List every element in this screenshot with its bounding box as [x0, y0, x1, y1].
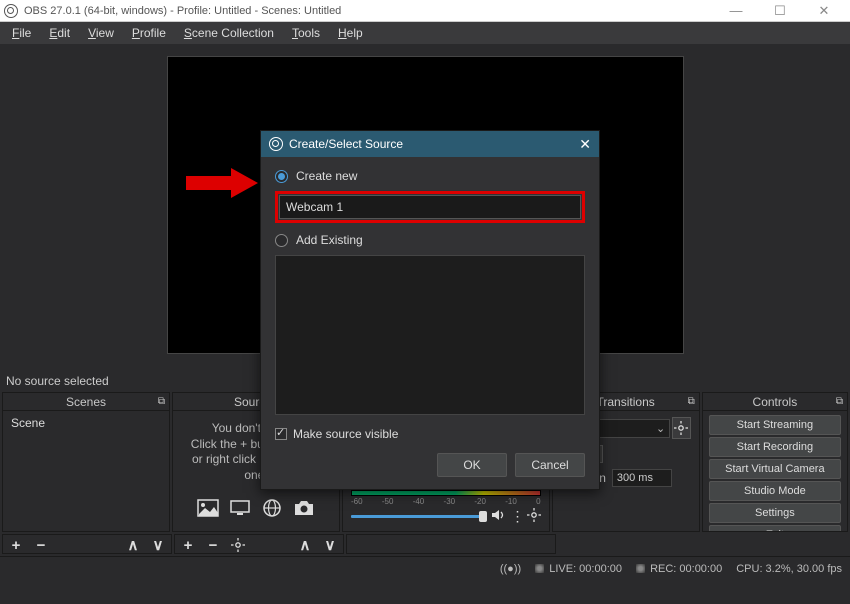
scene-remove-button[interactable]: − [29, 536, 53, 554]
source-up-button[interactable]: ∧ [293, 536, 317, 554]
make-visible-checkbox[interactable] [275, 428, 287, 440]
studio-mode-button[interactable]: Studio Mode [709, 481, 841, 501]
gear-icon[interactable] [527, 508, 541, 525]
camera-source-icon [291, 497, 317, 519]
dialog-close-button[interactable]: ✕ [579, 136, 591, 153]
speaker-icon[interactable] [491, 509, 507, 524]
close-button[interactable]: ✕ [802, 1, 846, 21]
source-add-button[interactable]: + [176, 536, 200, 554]
display-source-icon [227, 497, 253, 519]
scene-add-button[interactable]: + [4, 536, 28, 554]
scene-down-button[interactable]: ∨ [146, 536, 170, 554]
annotation-arrow [186, 168, 258, 201]
menu-scene-collection[interactable]: Scene Collection [176, 24, 282, 42]
scenes-title: Scenes [66, 395, 106, 409]
exit-button[interactable]: Exit [709, 525, 841, 531]
rec-status: REC: 00:00:00 [650, 563, 722, 575]
meter-ticks: -60-50-40-30-20-100 [351, 497, 541, 506]
ok-button[interactable]: OK [437, 453, 507, 477]
maximize-button[interactable]: ☐ [758, 1, 802, 21]
scenes-panel: Scenes ⧉ Scene [2, 392, 170, 532]
scene-up-button[interactable]: ∧ [121, 536, 145, 554]
window-titlebar: OBS 27.0.1 (64-bit, windows) - Profile: … [0, 0, 850, 22]
panel-toolbars: + − ∧ ∨ + − ∧ ∨ [0, 532, 850, 556]
more-icon[interactable]: ⋮ [511, 508, 523, 525]
source-settings-button[interactable] [226, 536, 250, 554]
source-remove-button[interactable]: − [201, 536, 225, 554]
controls-panel: Controls ⧉ Start Streaming Start Recordin… [702, 392, 848, 532]
create-new-radio[interactable] [275, 170, 288, 183]
cancel-button[interactable]: Cancel [515, 453, 585, 477]
start-virtual-camera-button[interactable]: Start Virtual Camera [709, 459, 841, 479]
menu-edit[interactable]: Edit [41, 24, 78, 42]
undock-icon[interactable]: ⧉ [688, 396, 695, 407]
create-new-label: Create new [296, 169, 357, 183]
mic-volume-slider[interactable] [351, 515, 487, 518]
menu-file[interactable]: File [4, 24, 39, 42]
source-name-input[interactable] [279, 195, 581, 219]
settings-button[interactable]: Settings [709, 503, 841, 523]
dialog-titlebar: Create/Select Source ✕ [261, 131, 599, 157]
menubar: File Edit View Profile Scene Collection … [0, 22, 850, 44]
status-bar: ((●)) LIVE: 00:00:00 REC: 00:00:00 CPU: … [0, 556, 850, 580]
add-existing-radio[interactable] [275, 234, 288, 247]
undock-icon[interactable]: ⧉ [158, 396, 165, 407]
source-type-icons [175, 497, 337, 519]
menu-help[interactable]: Help [330, 24, 371, 42]
source-name-highlight [275, 191, 585, 223]
make-visible-label: Make source visible [293, 427, 398, 441]
menu-view[interactable]: View [80, 24, 122, 42]
obs-logo-icon [4, 4, 18, 18]
mic-meter [351, 490, 541, 496]
duration-input[interactable]: 300 ms [612, 469, 672, 487]
transitions-title: Transitions [597, 395, 655, 409]
cpu-status: CPU: 3.2%, 30.00 fps [736, 563, 842, 575]
live-status: LIVE: 00:00:00 [549, 563, 622, 575]
menu-profile[interactable]: Profile [124, 24, 174, 42]
window-title: OBS 27.0.1 (64-bit, windows) - Profile: … [24, 5, 714, 17]
scene-item[interactable]: Scene [5, 413, 167, 433]
controls-title: Controls [753, 395, 798, 409]
start-recording-button[interactable]: Start Recording [709, 437, 841, 457]
source-down-button[interactable]: ∨ [318, 536, 342, 554]
browser-source-icon [259, 497, 285, 519]
broadcast-icon: ((●)) [500, 563, 521, 575]
chevron-down-icon: ⌄ [656, 422, 665, 435]
menu-tools[interactable]: Tools [284, 24, 328, 42]
start-streaming-button[interactable]: Start Streaming [709, 415, 841, 435]
existing-sources-list[interactable] [275, 255, 585, 415]
dialog-title: Create/Select Source [289, 137, 403, 151]
transition-settings-button[interactable] [672, 417, 691, 439]
create-source-dialog: Create/Select Source ✕ Create new Add Ex… [260, 130, 600, 490]
live-led-icon [535, 564, 544, 573]
minimize-button[interactable]: — [714, 1, 758, 21]
image-source-icon [195, 497, 221, 519]
add-existing-label: Add Existing [296, 233, 363, 247]
undock-icon[interactable]: ⧉ [836, 396, 843, 407]
obs-logo-icon [269, 137, 283, 151]
rec-led-icon [636, 564, 645, 573]
